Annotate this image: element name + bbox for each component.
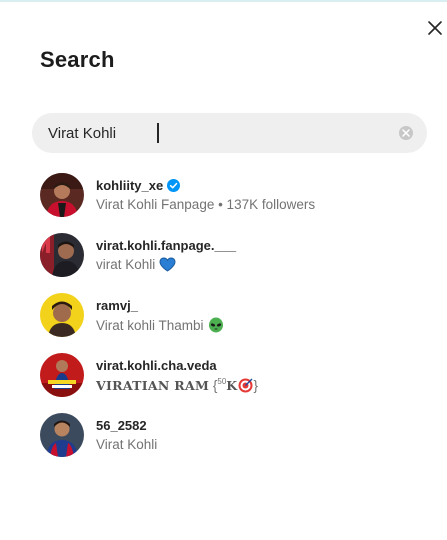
close-icon	[428, 21, 442, 35]
text-caret	[157, 123, 159, 143]
result-username: ramvj_	[96, 298, 138, 313]
result-subtitle: virat Kohli	[96, 257, 176, 272]
username-text: kohliity_xe	[96, 178, 164, 193]
target-icon	[238, 378, 253, 393]
result-subtitle: VIRATIAN RAM {50K}	[96, 377, 258, 393]
avatar	[40, 353, 84, 397]
subtitle-text: Virat kohli Thambi	[96, 318, 204, 333]
subtitle-text: VIRATIAN RAM	[96, 378, 210, 393]
clear-circle-icon	[402, 129, 410, 137]
subtitle-brace-close: }	[253, 378, 258, 393]
result-subtitle: Virat Kohli	[96, 437, 158, 452]
search-result-item[interactable]: kohliity_xe Virat Kohli Fanpage • 137K f…	[30, 167, 430, 223]
verified-badge-icon	[167, 179, 181, 192]
alien-icon	[208, 317, 223, 333]
avatar	[40, 413, 84, 457]
subtitle-k: K	[226, 378, 238, 393]
result-username: virat.kohli.cha.veda	[96, 358, 217, 373]
avatar	[40, 233, 84, 277]
search-input[interactable]	[48, 113, 388, 153]
clear-search-button[interactable]	[399, 126, 413, 140]
search-result-item[interactable]: virat.kohli.fanpage.___ virat Kohli	[30, 227, 430, 283]
close-button[interactable]	[424, 17, 446, 39]
search-result-item[interactable]: virat.kohli.cha.veda VIRATIAN RAM {50K}	[30, 347, 430, 403]
search-result-item[interactable]: ramvj_ Virat kohli Thambi	[30, 287, 430, 343]
search-result-item[interactable]: 56_2582 Virat Kohli	[30, 407, 430, 463]
result-subtitle: Virat Kohli Fanpage • 137K followers	[96, 197, 316, 212]
result-username: virat.kohli.fanpage.___	[96, 238, 237, 253]
panel-title: Search	[40, 47, 115, 72]
window-top-edge	[0, 0, 447, 2]
search-field[interactable]	[32, 113, 427, 153]
result-subtitle: Virat kohli Thambi	[96, 317, 224, 333]
subtitle-text: virat Kohli	[96, 257, 156, 272]
subtitle-superscript: 50	[217, 377, 227, 386]
result-username: kohliity_xe	[96, 178, 181, 193]
avatar	[40, 293, 84, 337]
result-username: 56_2582	[96, 418, 147, 433]
avatar	[40, 173, 84, 217]
blue-heart-icon	[159, 257, 176, 272]
